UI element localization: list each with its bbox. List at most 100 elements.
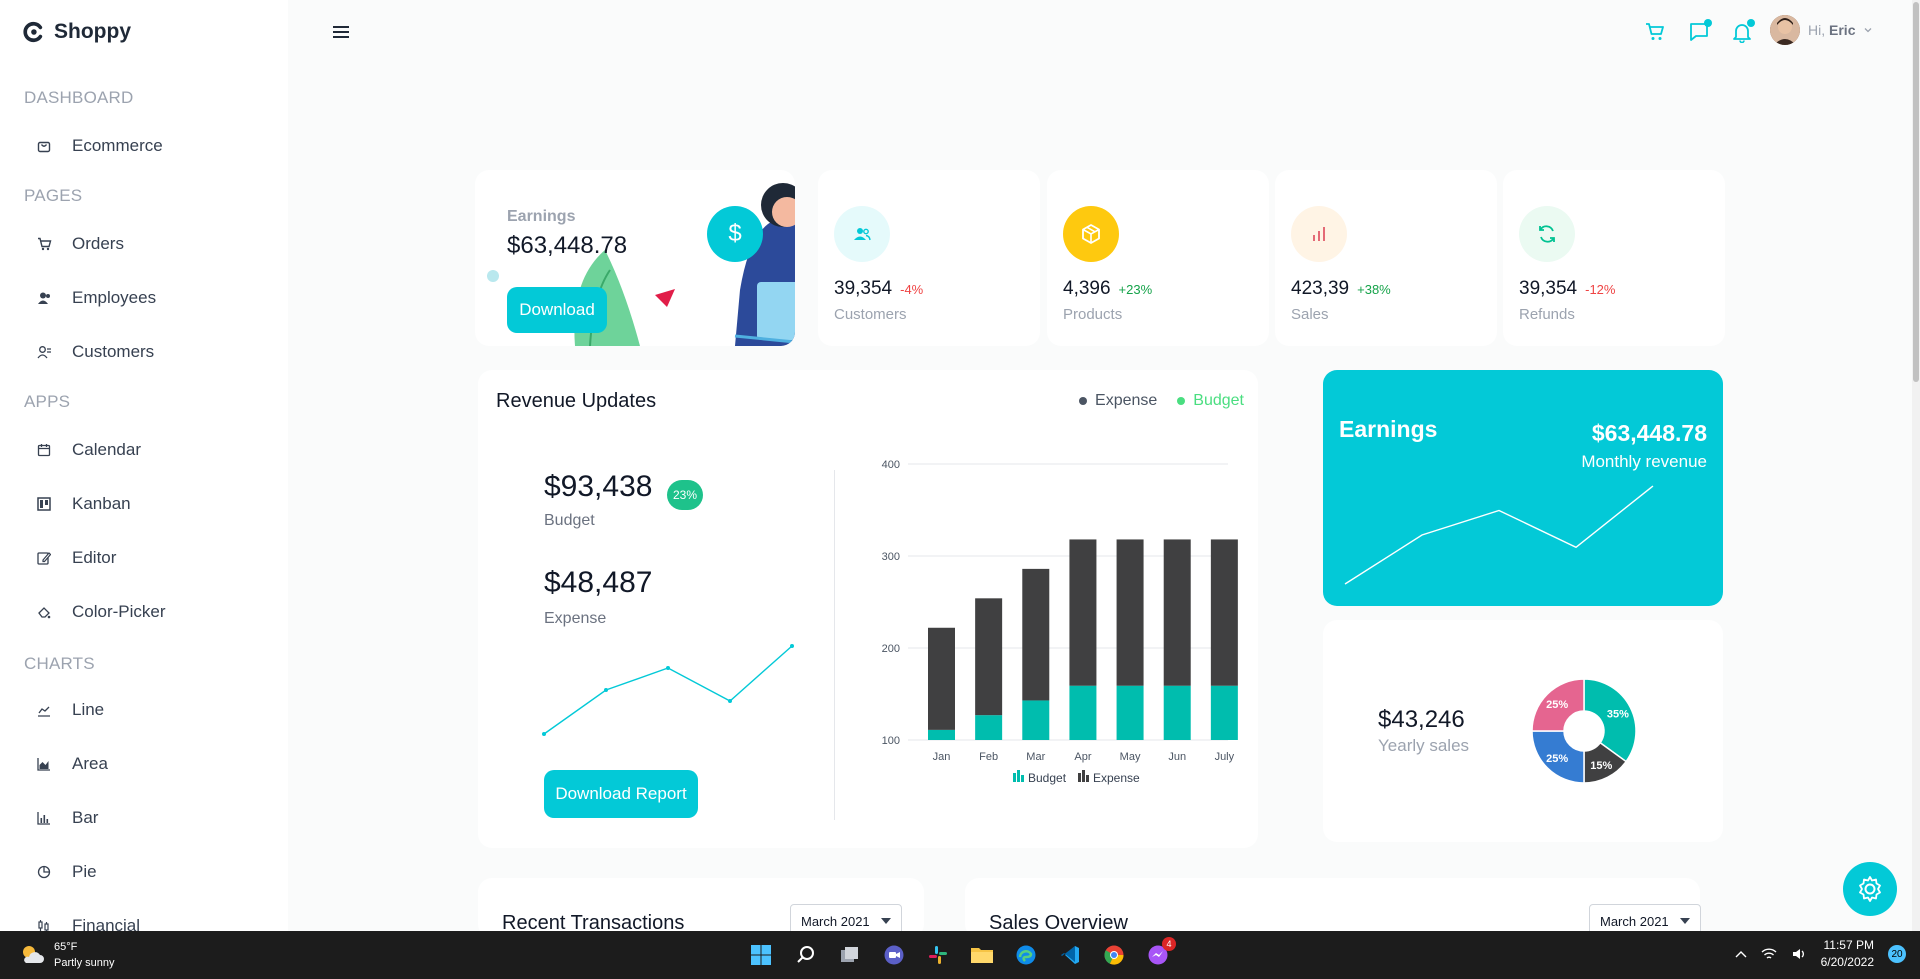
x-tick-label: Jun — [1168, 751, 1186, 763]
stat-label: Products — [1063, 306, 1123, 323]
revenue-bar-chart: 100 200 300 400 Jan Feb Mar Apr May Jun July Budget… — [882, 459, 1238, 785]
sidebar-item-ecommerce[interactable]: Ecommerce — [36, 131, 163, 161]
section-title-charts: CHARTS — [24, 654, 95, 673]
bar-expense — [1163, 539, 1191, 686]
sidebar-item-area[interactable]: Area — [36, 749, 108, 779]
stat-change: +23% — [1118, 282, 1153, 297]
sidebar-item-label: Color-Picker — [72, 602, 166, 621]
legend-budget: Budget — [1177, 392, 1244, 410]
sidebar-item-employees[interactable]: Employees — [36, 283, 156, 313]
stat-label: Customers — [834, 306, 907, 323]
yearly-sales-card: $43,246 Yearly sales 35% 15% 25% 25% — [1323, 620, 1723, 842]
user-profile[interactable]: Hi, Eric — [1770, 15, 1873, 45]
windows-icon — [751, 945, 771, 965]
sidebar-item-label: Editor — [72, 548, 117, 567]
menu-icon[interactable] — [331, 22, 353, 42]
box-icon — [1063, 206, 1119, 262]
cart-icon — [1646, 23, 1664, 40]
shopping-bag-icon — [36, 138, 52, 154]
monthly-earnings-card: Earnings $63,448.78 Monthly revenue — [1323, 370, 1723, 606]
sidebar-item-calendar[interactable]: Calendar — [36, 435, 141, 465]
yearly-sales-value: $43,246 — [1378, 706, 1465, 733]
task-view-button[interactable] — [834, 939, 866, 971]
stat-label: Sales — [1291, 306, 1329, 323]
edge-icon — [1016, 945, 1036, 965]
caret-down-icon — [1680, 918, 1690, 924]
stat-value: 4,396 +23% — [1063, 278, 1153, 299]
brand-name: Shoppy — [54, 20, 131, 43]
monthly-earnings-sub: Monthly revenue — [1581, 452, 1707, 471]
bar-expense — [1022, 568, 1050, 701]
chrome-app[interactable] — [1098, 939, 1130, 971]
line-chart-icon — [36, 702, 52, 718]
yearly-sales-donut: 35% 15% 25% 25% — [1531, 678, 1637, 784]
chevron-up-icon[interactable] — [1735, 950, 1747, 958]
sidebar-item-financial[interactable]: Financial — [36, 911, 140, 931]
sparkline-point — [542, 732, 546, 736]
sidebar-item-customers[interactable]: Customers — [36, 337, 154, 367]
notification-count-badge[interactable]: 20 — [1888, 945, 1906, 963]
budget-value: $93,438 — [544, 470, 653, 503]
chat-button[interactable] — [1685, 18, 1713, 46]
user-greeting: Hi, Eric — [1808, 22, 1856, 38]
messenger-badge: 4 — [1162, 937, 1176, 951]
sidebar-item-line[interactable]: Line — [36, 695, 104, 725]
stat-card-customers: 39,354 -4% Customers — [818, 170, 1040, 346]
edge-app[interactable] — [1010, 939, 1042, 971]
employees-icon — [36, 290, 52, 306]
sidebar-item-label: Kanban — [72, 494, 131, 513]
slack-icon — [929, 946, 947, 964]
bar-budget — [1163, 685, 1191, 740]
volume-icon[interactable] — [1791, 947, 1807, 961]
sidebar-item-label: Pie — [72, 862, 97, 881]
customers-icon — [834, 206, 890, 262]
x-tick-label: Apr — [1074, 751, 1091, 763]
messenger-app[interactable]: 4 — [1142, 937, 1176, 971]
sidebar-item-pie[interactable]: Pie — [36, 857, 97, 887]
bar-chart-icon — [36, 810, 52, 826]
cart-button[interactable] — [1641, 18, 1669, 46]
download-button[interactable]: Download — [507, 287, 607, 333]
sidebar-item-orders[interactable]: Orders — [36, 229, 124, 259]
sidebar-item-editor[interactable]: Editor — [36, 543, 116, 573]
bar-stats-icon — [1291, 206, 1347, 262]
section-title-apps: APPS — [24, 392, 71, 411]
bar-budget — [1116, 685, 1144, 740]
sparkline-point — [604, 688, 608, 692]
stat-card-products: 4,396 +23% Products — [1047, 170, 1269, 346]
sidebar-item-bar[interactable]: Bar — [36, 803, 98, 833]
vscode-app[interactable] — [1054, 939, 1086, 971]
section-title-pages: PAGES — [24, 186, 83, 205]
sidebar-item-label: Financial — [72, 916, 141, 931]
donut-label: 25% — [1546, 699, 1568, 711]
chevron-down-icon — [1865, 28, 1872, 33]
settings-button[interactable] — [1843, 862, 1897, 916]
brand[interactable]: Shoppy — [22, 20, 131, 44]
start-button[interactable] — [745, 939, 777, 971]
clock-time: 11:57 PM — [1823, 938, 1874, 952]
chrome-icon — [1104, 945, 1124, 965]
sidebar-item-label: Orders — [72, 234, 124, 253]
recent-transactions-card: Recent Transactions March 2021 — [478, 878, 924, 938]
donut-label: 15% — [1590, 760, 1612, 772]
weather-widget[interactable]: 65°F Partly sunny — [18, 939, 115, 971]
wifi-icon[interactable] — [1761, 947, 1777, 961]
file-explorer-app[interactable] — [966, 939, 998, 971]
clock[interactable]: 11:57 PM 6/20/2022 — [1821, 937, 1874, 971]
revenue-updates-card: Revenue Updates Expense Budget $93,438 2… — [478, 370, 1258, 848]
download-report-button[interactable]: Download Report — [544, 770, 698, 818]
customers-icon — [36, 344, 52, 360]
search-button[interactable] — [790, 939, 822, 971]
revenue-legend: Expense Budget — [1079, 392, 1244, 410]
teams-app[interactable] — [878, 939, 910, 971]
sidebar-item-label: Bar — [72, 808, 99, 827]
page-scrollbar-thumb[interactable] — [1913, 2, 1919, 382]
slack-app[interactable] — [922, 939, 954, 971]
stat-change: -4% — [900, 282, 924, 297]
monthly-earnings-title: Earnings — [1339, 416, 1438, 442]
donut-label: 25% — [1546, 753, 1568, 765]
notifications-button[interactable] — [1728, 18, 1756, 46]
partly-sunny-icon — [23, 946, 44, 963]
sidebar-item-color-picker[interactable]: Color-Picker — [36, 597, 166, 627]
sidebar-item-kanban[interactable]: Kanban — [36, 489, 131, 519]
